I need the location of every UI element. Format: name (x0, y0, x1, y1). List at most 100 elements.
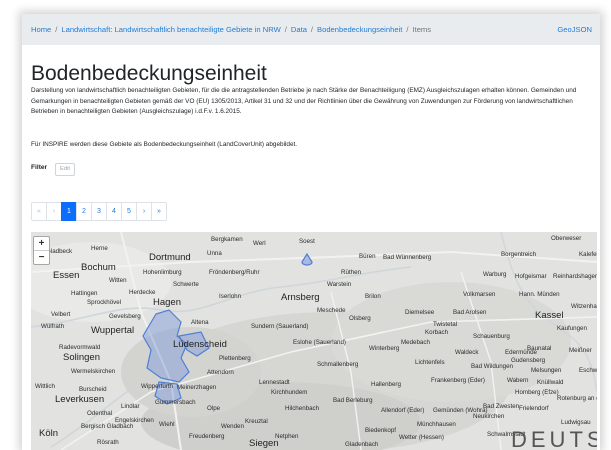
map-place-label: Twistetal (433, 321, 457, 328)
map-place-label: Rüthen (341, 269, 362, 276)
map-place-label: Bad Wildungen (471, 363, 514, 370)
map-place-label: Dortmund (149, 252, 191, 263)
breadcrumb-data-link[interactable]: Data (291, 25, 307, 34)
filter-edit-button[interactable]: Edit (55, 163, 75, 176)
pagination-page-3[interactable]: 3 (91, 202, 107, 221)
map-place-label: Altena (191, 319, 209, 326)
map-place-label: Melsungen (531, 367, 562, 374)
pagination-page-4[interactable]: 4 (106, 202, 122, 221)
map-place-label: Edermünde (505, 349, 538, 356)
pagination-next-button[interactable]: › (136, 202, 152, 221)
map-place-label: Engelskirchen (115, 417, 154, 424)
map-place-label: Schauenburg (473, 333, 510, 340)
map-place-label: Arnsberg (281, 292, 320, 303)
map-zoom-out-button[interactable]: − (34, 251, 49, 264)
map-place-label: Bad Berleburg (333, 397, 373, 404)
map-place-label: Leverkusen (55, 394, 104, 405)
map-place-label: Reinhardshagen (553, 273, 597, 280)
map-place-label: Münchhausen (417, 421, 456, 428)
pagination: « ‹ 1 2 3 4 5 › » (31, 202, 167, 221)
map-place-label: Eschwege (579, 367, 597, 374)
breadcrumb: Home / Landwirtschaft: Landwirtschaftlich … (31, 14, 431, 45)
map-place-label: Herdecke (129, 289, 156, 296)
map-place-label: Bad Wünnenberg (383, 254, 432, 261)
map-place-label: Schmallenberg (317, 361, 359, 368)
map-place-label: Gudensberg (511, 357, 546, 364)
map-place-label: Wenden (221, 423, 244, 430)
map-place-label: Hilchenbach (285, 405, 320, 412)
breadcrumb-separator: / (55, 25, 58, 34)
map-place-label: Kaufungen (557, 325, 587, 332)
map-place-label: Waldeck (455, 349, 479, 356)
map-place-label: Lindlar (121, 403, 140, 410)
map-place-label: Oberweser (551, 235, 581, 242)
map-place-label: Hohenlimburg (143, 269, 182, 276)
map-place-label: Allendorf (Eder) (381, 407, 424, 414)
map-place-label: Wermelskirchen (71, 368, 116, 375)
map-place-label: Wipperfürth (141, 383, 174, 390)
map-place-label: Siegen (249, 438, 279, 449)
map-place-label: Odenthal (87, 410, 112, 417)
map-place-label: Hann. Münden (519, 291, 560, 298)
map-place-label: Bergkamen (211, 236, 243, 243)
breadcrumb-current: Items (412, 25, 432, 34)
map-place-label: Gummersbach (155, 399, 196, 406)
breadcrumb-separator: / (310, 25, 314, 34)
map-place-label: Solingen (63, 352, 100, 363)
map-place-label: Olpe (207, 405, 221, 412)
map-place-label: Gladbeck (46, 248, 73, 255)
map-zoom-in-button[interactable]: + (34, 237, 49, 251)
pagination-last-button[interactable]: » (151, 202, 167, 221)
pagination-prev-button[interactable]: ‹ (46, 202, 62, 221)
map-place-label: Lennestadt (259, 379, 290, 386)
map-place-label: Wetter (Hessen) (399, 434, 444, 441)
map-place-label: Kreuztal (245, 418, 268, 425)
map-place-label: Borgentreich (501, 251, 537, 258)
map-place-label: Wittlich (35, 383, 55, 390)
map-place-label: Schwerte (173, 281, 199, 288)
map-place-label: Olsberg (349, 315, 371, 322)
map-place-label: Gevelsberg (109, 313, 141, 320)
map-place-label: Werl (253, 240, 266, 247)
map-place-label: Bergisch Gladbach (81, 423, 134, 430)
map-place-label: Sprockhövel (87, 299, 121, 306)
inspire-note: Für INSPIRE werden diese Gebiete als Bod… (31, 141, 298, 148)
pagination-page-5[interactable]: 5 (121, 202, 137, 221)
pagination-page-2[interactable]: 2 (76, 202, 92, 221)
map-place-label: Biedenkopf (365, 427, 396, 434)
map-place-label: Wülfrath (41, 323, 65, 330)
geojson-link[interactable]: GeoJSON (557, 14, 592, 45)
map-place-label: Hofgeismar (515, 273, 547, 280)
map-place-label: Plettenberg (219, 355, 251, 362)
map-place-label: Velbert (51, 311, 71, 318)
map-place-label: Herne (91, 245, 108, 252)
map-place-label: Meinerzhagen (177, 384, 217, 391)
map-place-label: Medebach (401, 339, 430, 346)
map-place-label: Wabern (507, 377, 529, 384)
pagination-first-button[interactable]: « (31, 202, 47, 221)
map-place-label: Wuppertal (91, 325, 134, 336)
map-place-label: Ludwigsau (561, 419, 591, 426)
map-zoom-control: + − (33, 236, 50, 265)
map-basemap: Bergkamen Werl Soest Oberweser Gladbeck Herne… (31, 232, 597, 450)
map-place-label: Radevormwald (59, 344, 101, 351)
map-place-label: Meißner (569, 347, 592, 354)
map-place-label: Rotenburg an der Fulda (557, 395, 597, 402)
map-place-label: Freudenberg (189, 433, 225, 440)
map-place-label: Brilon (365, 293, 381, 300)
map-place-label: Frankenberg (Eder) (431, 377, 485, 384)
page-title: Bodenbedeckungseinheit (31, 62, 267, 85)
map-place-label: Fröndenberg/Ruhr (209, 269, 260, 276)
breadcrumb-separator: / (406, 25, 409, 34)
map-place-label: Iserlohn (219, 293, 242, 300)
breadcrumb-dataset-link[interactable]: Landwirtschaft: Landwirtschaftlich benac… (61, 25, 280, 34)
map-place-label: Rösrath (97, 439, 119, 446)
map-place-label: Attendorn (207, 369, 234, 376)
map-place-label: Bad Zwesten (483, 403, 520, 410)
breadcrumb-collection-link[interactable]: Bodenbedeckungseinheit (317, 25, 402, 34)
pagination-page-1[interactable]: 1 (61, 202, 77, 221)
map-place-label: Neukirchen (473, 413, 505, 420)
map-place-label: Witzenhausen (571, 303, 597, 310)
breadcrumb-home-link[interactable]: Home (31, 25, 51, 34)
map-view[interactable]: Bergkamen Werl Soest Oberweser Gladbeck Herne… (31, 232, 597, 450)
